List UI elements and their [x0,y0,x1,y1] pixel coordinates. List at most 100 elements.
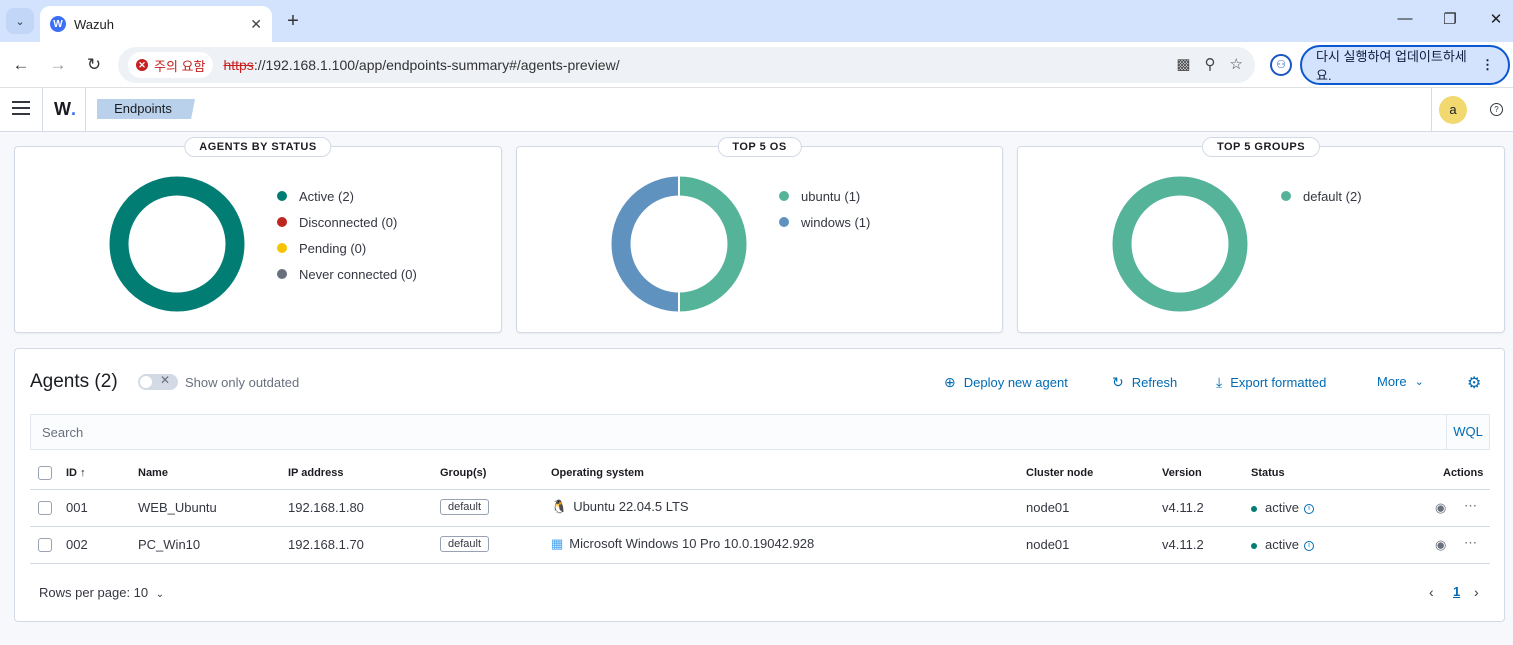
info-icon[interactable]: i [1303,540,1314,551]
window-close-icon[interactable]: ✕ [1486,10,1506,28]
column-header-version[interactable]: Version [1162,467,1202,479]
agents-by-status-panel: AGENTS BY STATUS Active (2) Disconnected… [14,137,502,333]
hamburger-menu-icon[interactable] [12,101,30,119]
legend-dot [779,217,789,227]
search-input[interactable] [31,415,1431,449]
help-icon[interactable]: ? [1490,103,1503,116]
agent-cluster: node01 [1026,500,1070,515]
status-donut-chart [109,176,245,312]
agent-os: ▦ Microsoft Windows 10 Pro 10.0.19042.928 [551,536,815,551]
groups-donut-chart [1112,176,1248,312]
reload-icon[interactable]: ↻ [83,54,105,76]
security-warning-text: 주의 요함 [154,58,206,74]
select-all-checkbox[interactable] [38,466,52,480]
eye-icon[interactable]: ◉ [1435,500,1446,516]
profile-icon[interactable]: ⚇ [1270,54,1292,76]
legend-item-disconnected[interactable]: Disconnected (0) [277,209,417,235]
legend-item-never-connected[interactable]: Never connected (0) [277,261,417,287]
status-dot [1251,542,1257,549]
legend-item-windows[interactable]: windows (1) [779,209,870,235]
header-divider [1431,88,1432,132]
panel-title: AGENTS BY STATUS [184,137,332,157]
legend-item-default[interactable]: default (2) [1281,183,1362,209]
legend-dot [1281,191,1291,201]
deploy-new-agent-button[interactable]: ⊕ Deploy new agent [944,374,1068,391]
legend-dot [779,191,789,201]
gear-icon[interactable]: ⚙ [1467,373,1481,393]
column-header-ip[interactable]: IP address [288,467,343,479]
export-icon: ⤓ [1216,374,1223,390]
column-header-name[interactable]: Name [138,467,168,479]
address-bar-row: ← → ↻ ✕ 주의 요함 https ://192.168.1.100/app… [0,42,1513,88]
column-header-groups[interactable]: Group(s) [440,467,486,479]
next-page-chevron-icon[interactable]: › [1474,584,1479,600]
zoom-icon[interactable]: ⚲ [1205,55,1216,73]
url-path: ://192.168.1.100/app/endpoints-summary#/… [253,57,620,73]
chevron-down-icon: ⌄ [15,15,25,28]
legend-dot [277,243,287,253]
donut-segment-default[interactable] [1112,176,1248,312]
more-actions-icon[interactable]: ⋯ [1464,535,1477,551]
minimize-icon[interactable]: — [1395,10,1415,27]
tab-search-button[interactable]: ⌄ [6,8,34,34]
info-icon[interactable]: i [1303,503,1314,514]
new-tab-plus-icon[interactable]: + [282,10,304,32]
agent-ip: 192.168.1.80 [288,500,364,515]
column-header-status[interactable]: Status [1251,467,1285,479]
rows-per-page-selector[interactable]: Rows per page: 10 ⌄ [39,585,164,600]
top-os-panel: TOP 5 OS ubuntu (1) windows (1) [516,137,1003,333]
more-actions-icon[interactable]: ⋯ [1464,498,1477,514]
wql-button[interactable]: WQL [1446,415,1489,449]
row-checkbox[interactable] [38,501,52,515]
donut-segment-windows[interactable] [611,176,680,312]
page-number-current[interactable]: 1 [1453,584,1460,599]
donut-segment-ubuntu[interactable] [678,176,747,312]
chevron-down-icon: ⌄ [155,589,165,600]
close-icon[interactable]: ✕ [250,16,262,33]
update-browser-button[interactable]: 다시 실행하여 업데이트하세요. ⋮ [1300,45,1510,85]
column-header-id[interactable]: ID ↑ [66,467,86,479]
url-omnibox[interactable]: ✕ 주의 요함 https ://192.168.1.100/app/endpo… [118,47,1255,83]
agent-ip: 192.168.1.70 [288,537,364,552]
agent-version: v4.11.2 [1162,500,1204,515]
linux-icon: 🐧 [551,499,568,514]
os-legend: ubuntu (1) windows (1) [779,183,870,235]
donut-segment-active[interactable] [109,176,245,312]
forward-arrow-icon[interactable]: → [47,54,69,76]
group-badge[interactable]: default [440,536,490,552]
kebab-menu-icon: ⋮ [1481,57,1494,72]
column-header-os[interactable]: Operating system [551,467,644,479]
star-bookmark-icon[interactable]: ☆ [1230,55,1243,73]
wazuh-logo[interactable]: W. [54,99,76,120]
prev-page-chevron-icon[interactable]: ‹ [1429,584,1434,600]
browser-tab[interactable]: W Wazuh ✕ [40,6,272,42]
security-warning-chip[interactable]: ✕ 주의 요함 [128,52,214,78]
header-divider [42,88,43,132]
row-checkbox[interactable] [38,538,52,552]
legend-item-ubuntu[interactable]: ubuntu (1) [779,183,870,209]
url-scheme: https [223,57,254,73]
legend-item-active[interactable]: Active (2) [277,183,417,209]
refresh-button[interactable]: ↻ Refresh [1112,374,1177,391]
os-donut-chart [611,176,747,312]
translate-icon[interactable]: ▩ [1176,55,1190,73]
eye-icon[interactable]: ◉ [1435,537,1446,553]
legend-dot [277,269,287,279]
legend-item-pending[interactable]: Pending (0) [277,235,417,261]
column-header-cluster[interactable]: Cluster node [1026,467,1093,479]
group-badge[interactable]: default [440,499,490,515]
search-bar: WQL [30,414,1490,450]
outdated-toggle-switch[interactable] [138,374,178,390]
agent-id: 002 [66,537,88,552]
agent-status: active i [1251,500,1314,515]
back-arrow-icon[interactable]: ← [10,54,32,76]
row-divider [30,563,1490,564]
export-formatted-button[interactable]: ⤓ Export formatted [1216,374,1326,391]
status-dot [1251,505,1257,512]
column-header-actions: Actions [1443,467,1484,479]
more-dropdown-button[interactable]: More ⌄ [1377,374,1424,389]
breadcrumb-endpoints[interactable]: Endpoints [97,99,195,119]
restore-icon[interactable]: ❐ [1440,10,1460,28]
user-avatar[interactable]: a [1439,96,1467,124]
row-divider [30,489,1490,490]
